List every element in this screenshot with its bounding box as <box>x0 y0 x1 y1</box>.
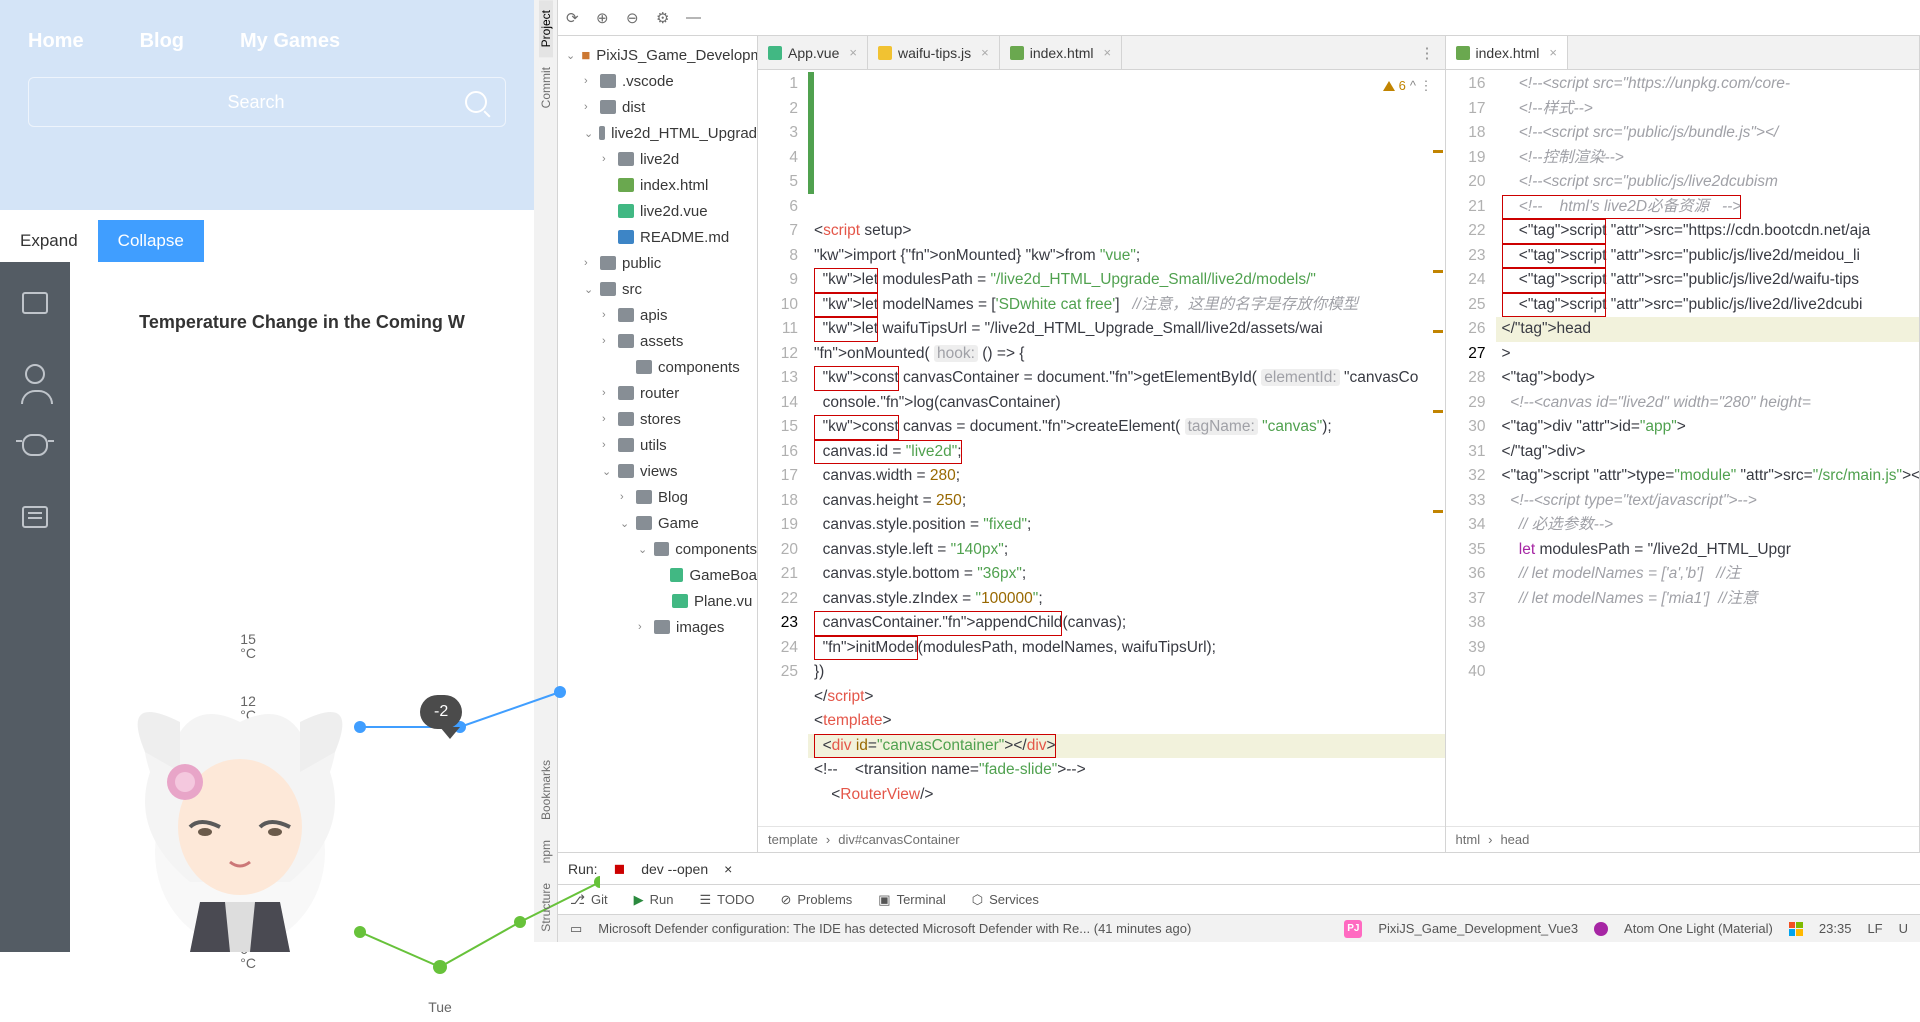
run-config[interactable]: dev --open <box>641 861 708 877</box>
search-icon <box>465 91 487 113</box>
blog-sidebar <box>0 262 70 952</box>
nav-games[interactable]: My Games <box>240 30 340 53</box>
run-toolwindow-header[interactable]: Run: ◼ dev --open × <box>558 852 1920 884</box>
tree-item[interactable]: ›public <box>558 250 757 276</box>
expand-collapse-row: Expand Collapse <box>0 220 534 262</box>
book-icon[interactable] <box>22 506 48 528</box>
close-icon[interactable]: × <box>724 861 732 877</box>
tree-item[interactable]: ›apis <box>558 302 757 328</box>
tree-item[interactable]: live2d.vue <box>558 198 757 224</box>
tree-item[interactable]: ⌄src <box>558 276 757 302</box>
tree-item[interactable]: ›router <box>558 380 757 406</box>
bug-icon[interactable] <box>22 434 48 456</box>
tree-item[interactable]: index.html <box>558 172 757 198</box>
bottom-toolbar: ⎇ Git ▶Run ☰ TODO ⊘ Problems ▣ Terminal … <box>558 884 1920 914</box>
status-message[interactable]: Microsoft Defender configuration: The ID… <box>598 921 1191 936</box>
code-editor-left[interactable]: 1234567891011121314151617181920212223242… <box>758 70 1445 826</box>
theme-icon <box>1594 922 1608 936</box>
breadcrumb-left[interactable]: template›div#canvasContainer <box>758 826 1445 852</box>
rail-npm[interactable]: npm <box>539 830 553 873</box>
tree-item[interactable]: ›stores <box>558 406 757 432</box>
tab-waifu-tips[interactable]: waifu-tips.js× <box>868 36 1000 69</box>
tab-index-html[interactable]: index.html× <box>1000 36 1122 69</box>
tree-item[interactable]: ⌄Game <box>558 510 757 536</box>
hide-icon[interactable]: — <box>686 9 704 27</box>
blog-header: Home Blog My Games <box>0 0 534 210</box>
editor-right: index.html× 1617181920212223242526272829… <box>1446 36 1920 852</box>
code-editor-right[interactable]: 1617181920212223242526272829303132333435… <box>1446 70 1919 826</box>
svg-text:Tue: Tue <box>428 999 452 1015</box>
tree-item[interactable]: ›dist <box>558 94 757 120</box>
tree-item[interactable]: ⌄views <box>558 458 757 484</box>
tree-item[interactable]: ›assets <box>558 328 757 354</box>
tree-item[interactable]: ›utils <box>558 432 757 458</box>
breadcrumb-right[interactable]: html›head <box>1446 826 1919 852</box>
monitor-icon[interactable] <box>22 292 48 314</box>
line-ending[interactable]: LF <box>1867 921 1882 936</box>
search-field[interactable] <box>28 77 506 127</box>
close-icon[interactable]: × <box>849 45 857 60</box>
project-badge: PJ <box>1344 920 1362 938</box>
close-icon[interactable]: × <box>1549 45 1557 60</box>
sync-icon[interactable]: ⟳ <box>566 9 584 27</box>
problems-tool[interactable]: ⊘ Problems <box>780 892 852 908</box>
ide-toolbar: ⟳ ⊕ ⊖ ⚙ — <box>558 0 1920 36</box>
rail-commit[interactable]: Commit <box>539 57 553 118</box>
close-icon[interactable]: × <box>981 45 989 60</box>
tree-item[interactable]: ⌄live2d_HTML_Upgrad <box>558 120 757 146</box>
project-name[interactable]: PixiJS_Game_Development_Vue3 <box>1378 921 1578 936</box>
tree-item[interactable]: ⌄components <box>558 536 757 562</box>
close-icon[interactable]: × <box>1104 45 1112 60</box>
collapse-icon[interactable]: ⊖ <box>626 9 644 27</box>
live2d-avatar <box>90 652 390 952</box>
services-tool[interactable]: ⬡ Services <box>972 892 1039 908</box>
tab-bar-right: index.html× <box>1446 36 1919 70</box>
tree-root[interactable]: ⌄■PixiJS_Game_Developm <box>558 42 757 68</box>
nav-blog[interactable]: Blog <box>140 30 184 53</box>
tab-bar-left: App.vue× waifu-tips.js× index.html× ⋮ <box>758 36 1445 70</box>
tab-app-vue[interactable]: App.vue× <box>758 36 868 69</box>
tree-item[interactable]: README.md <box>558 224 757 250</box>
theme-name[interactable]: Atom One Light (Material) <box>1624 921 1773 936</box>
todo-tool[interactable]: ☰ TODO <box>699 892 754 908</box>
tree-item[interactable]: GameBoa <box>558 562 757 588</box>
chart-tooltip: -2 <box>420 695 462 729</box>
tab-overflow-icon[interactable]: ⋮ <box>1410 44 1445 62</box>
windows-icon <box>1789 922 1803 936</box>
rail-structure[interactable]: Structure <box>539 873 553 942</box>
nav-home[interactable]: Home <box>28 30 84 53</box>
blog-app-window: Home Blog My Games Expand Collapse Tempe… <box>0 0 534 942</box>
run-tool[interactable]: ▶Run <box>634 892 674 908</box>
file-encoding[interactable]: U <box>1899 921 1908 936</box>
tree-item[interactable]: ›Blog <box>558 484 757 510</box>
clock: 23:35 <box>1819 921 1852 936</box>
search-input[interactable] <box>47 92 465 113</box>
blog-nav: Home Blog My Games <box>28 30 506 53</box>
expand-icon[interactable]: ⊕ <box>596 9 614 27</box>
rail-project[interactable]: Project <box>539 0 553 57</box>
collapse-button[interactable]: Collapse <box>98 220 204 262</box>
ide-window: Project Commit Bookmarks npm Structure ⟳… <box>534 0 1920 942</box>
tab-index-html-r[interactable]: index.html× <box>1446 36 1568 69</box>
warnings-badge[interactable]: 6^ ⋮ <box>1383 74 1433 99</box>
tree-item[interactable]: ›live2d <box>558 146 757 172</box>
status-bar: ▭ Microsoft Defender configuration: The … <box>558 914 1920 942</box>
tree-item[interactable]: components <box>558 354 757 380</box>
settings-icon[interactable]: ⚙ <box>656 9 674 27</box>
expand-button[interactable]: Expand <box>0 220 98 262</box>
tree-item[interactable]: ›.vscode <box>558 68 757 94</box>
tree-item[interactable]: Plane.vu <box>558 588 757 614</box>
user-icon[interactable] <box>25 364 45 384</box>
chart-title: Temperature Change in the Coming W <box>70 312 534 333</box>
rail-bookmarks[interactable]: Bookmarks <box>539 750 553 830</box>
editor-left: App.vue× waifu-tips.js× index.html× ⋮ 12… <box>758 36 1446 852</box>
terminal-tool[interactable]: ▣ Terminal <box>878 892 945 908</box>
